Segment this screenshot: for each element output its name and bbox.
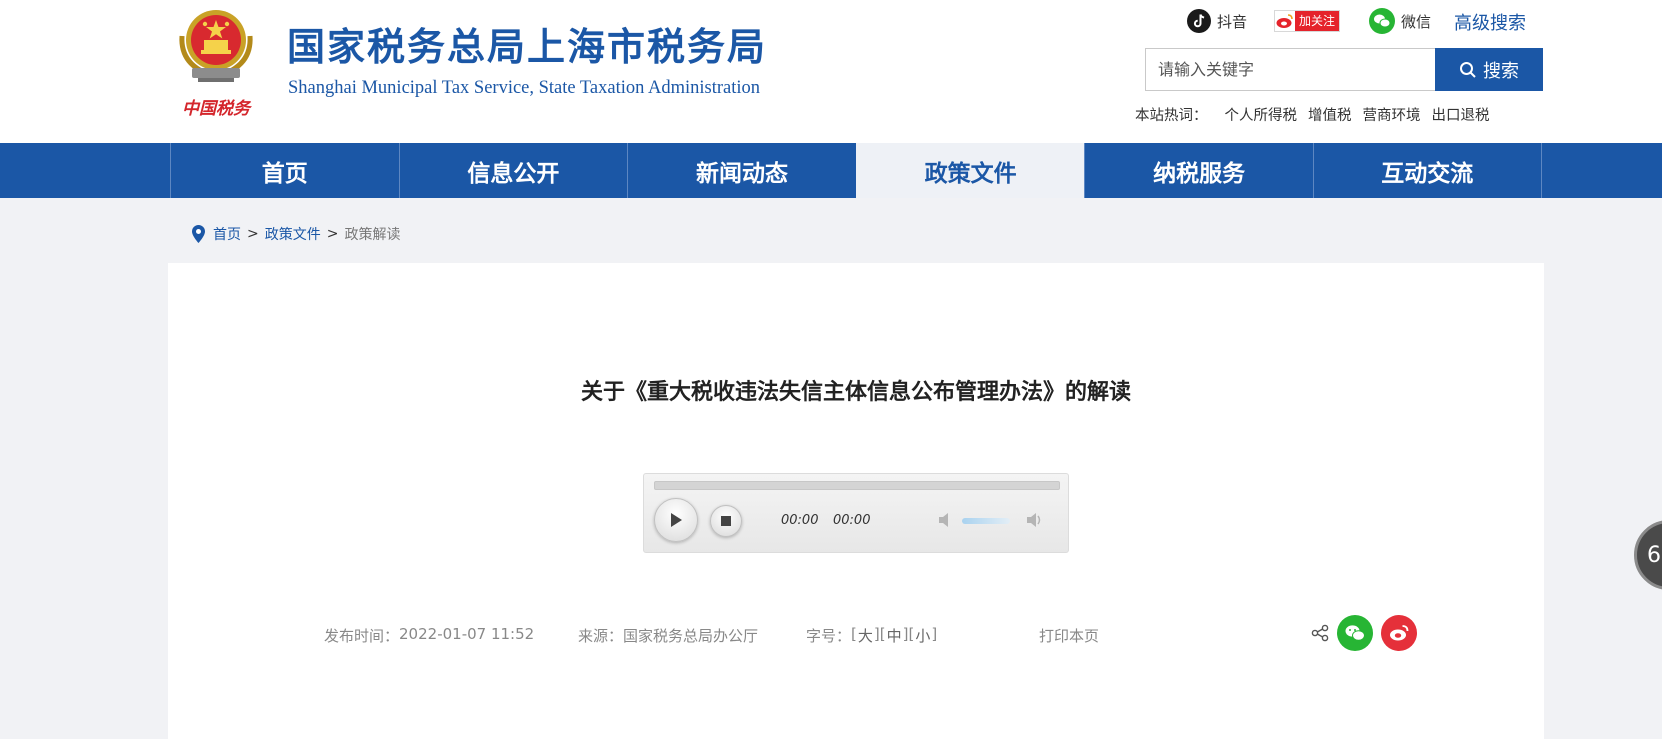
- font-size-small-button[interactable]: 小: [915, 625, 930, 646]
- publish-date-value: 2022-01-07 11:52: [399, 625, 535, 643]
- wechat-icon: [1345, 625, 1365, 641]
- location-pin-icon: [192, 225, 205, 243]
- nav-item-info-disclosure[interactable]: 信息公开: [398, 143, 628, 198]
- breadcrumb-home[interactable]: 首页: [213, 224, 241, 244]
- search-icon: [1460, 61, 1476, 78]
- breadcrumb-separator: >: [326, 226, 339, 242]
- nav-item-policy-documents[interactable]: 政策文件: [855, 143, 1085, 198]
- font-size-large-button[interactable]: 大: [858, 625, 873, 646]
- breadcrumb-separator: >: [247, 226, 259, 242]
- hot-word-link[interactable]: 增值税: [1308, 104, 1352, 125]
- douyin-link[interactable]: 抖音: [1187, 8, 1247, 34]
- wechat-icon: [1369, 8, 1395, 34]
- stop-icon: [721, 516, 731, 526]
- breadcrumb: 首页 > 政策文件 > 政策解读: [192, 224, 400, 244]
- weibo-follow-label: 加关注: [1295, 11, 1340, 31]
- breadcrumb-current: 政策解读: [344, 227, 401, 243]
- publish-date: 发布时间： 2022-01-07 11:52: [324, 625, 534, 646]
- print-page-link[interactable]: 打印本页: [1039, 625, 1099, 646]
- page: 中国税务 国家税务总局上海市税务局 Shanghai Municipal Tax…: [0, 0, 1662, 739]
- weibo-icon: [1276, 14, 1293, 28]
- share-bar: [1311, 615, 1417, 651]
- article-card: 关于《重大税收违法失信主体信息公布管理办法》的解读 00:00 00:00 发布…: [168, 263, 1544, 739]
- volume-slider[interactable]: [962, 518, 1010, 524]
- publish-date-label: 发布时间：: [324, 627, 400, 645]
- main-nav: 首页 信息公开 新闻动态 政策文件 纳税服务 互动交流: [0, 143, 1662, 198]
- stop-button[interactable]: [710, 505, 742, 537]
- hot-words-label: 本站热词：: [1135, 108, 1208, 124]
- hot-word-link[interactable]: 营商环境: [1363, 104, 1421, 125]
- play-button[interactable]: [654, 498, 698, 542]
- hot-words: 本站热词： 个人所得税 增值税 营商环境 出口退税: [1135, 104, 1490, 125]
- nav-item-news[interactable]: 新闻动态: [627, 143, 856, 198]
- source-value: 国家税务总局办公厅: [623, 627, 759, 645]
- hot-word-link[interactable]: 个人所得税: [1225, 104, 1298, 125]
- article-source: 来源： 国家税务总局办公厅: [578, 625, 758, 646]
- tax-emblem-logo[interactable]: 中国税务: [174, 6, 258, 124]
- nav-item-home[interactable]: 首页: [170, 143, 399, 198]
- douyin-label: 抖音: [1217, 12, 1248, 31]
- volume-mute-icon[interactable]: [937, 511, 955, 529]
- audio-current-time: 00:00: [781, 513, 819, 528]
- font-size-medium-button[interactable]: 中: [887, 625, 902, 646]
- hot-word-link[interactable]: 出口退税: [1432, 104, 1490, 125]
- play-icon: [671, 513, 682, 527]
- audio-duration: 00:00: [833, 513, 871, 528]
- source-label: 来源：: [578, 627, 624, 645]
- share-wechat-button[interactable]: [1337, 615, 1373, 651]
- audio-progress-bar[interactable]: [654, 481, 1060, 490]
- font-size-selector: 字号： [大][中][小]: [806, 625, 938, 646]
- weibo-follow-badge: 加关注: [1274, 10, 1341, 32]
- svg-text:中国税务: 中国税务: [182, 99, 253, 119]
- search-button-label: 搜索: [1483, 60, 1519, 82]
- wechat-label: 微信: [1401, 12, 1432, 31]
- advanced-search-link[interactable]: 高级搜索: [1454, 9, 1526, 35]
- article-title: 关于《重大税收违法失信主体信息公布管理办法》的解读: [580, 380, 1131, 405]
- douyin-icon: [1187, 9, 1211, 33]
- nav-item-tax-services[interactable]: 纳税服务: [1084, 143, 1313, 198]
- site-header: 中国税务 国家税务总局上海市税务局 Shanghai Municipal Tax…: [0, 0, 1662, 143]
- weibo-icon: [1390, 625, 1409, 641]
- share-icon[interactable]: [1311, 624, 1329, 642]
- floating-widget-label: 6: [1647, 542, 1661, 568]
- volume-max-icon[interactable]: [1025, 511, 1043, 529]
- site-title[interactable]: 国家税务总局上海市税务局: [287, 16, 767, 71]
- floating-widget[interactable]: 6: [1634, 520, 1662, 590]
- search-input[interactable]: [1145, 48, 1435, 91]
- audio-player: 00:00 00:00: [643, 473, 1069, 553]
- nav-item-interaction[interactable]: 互动交流: [1312, 143, 1542, 198]
- wechat-link[interactable]: 微信: [1369, 8, 1431, 34]
- weibo-follow-button[interactable]: 加关注: [1274, 8, 1341, 34]
- font-size-label: 字号：: [806, 627, 852, 645]
- share-weibo-button[interactable]: [1381, 615, 1417, 651]
- breadcrumb-policy-documents[interactable]: 政策文件: [265, 224, 321, 244]
- site-subtitle: Shanghai Municipal Tax Service, State Ta…: [288, 78, 760, 98]
- search-button[interactable]: 搜索: [1435, 48, 1543, 91]
